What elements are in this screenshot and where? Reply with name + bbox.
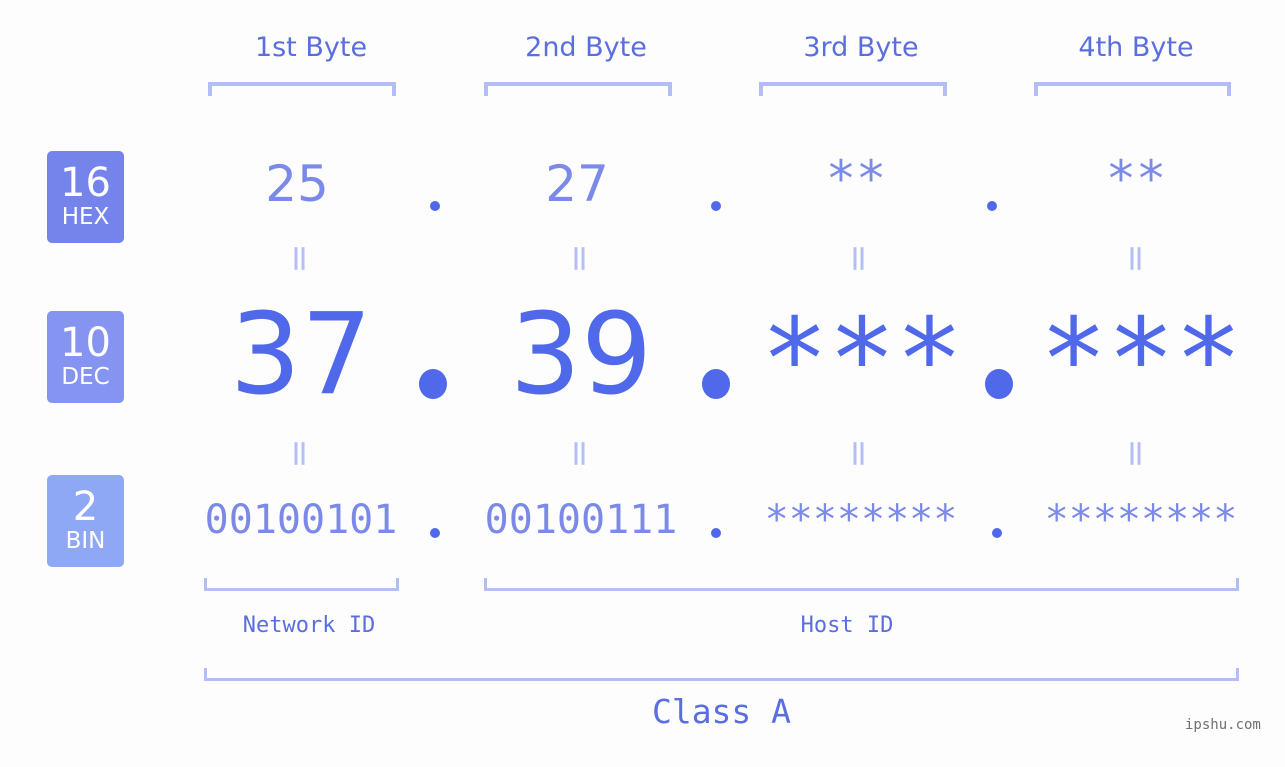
dec-label: DEC bbox=[61, 364, 110, 390]
class-label: Class A bbox=[651, 692, 792, 731]
hex-value-3: ** bbox=[825, 150, 887, 208]
watermark: ipshu.com bbox=[1185, 717, 1261, 733]
hex-value-1: 25 bbox=[265, 155, 329, 213]
equals-icon: = bbox=[279, 243, 321, 274]
bin-badge: 2 BIN bbox=[47, 475, 124, 567]
byte-header-2: 2nd Byte bbox=[525, 32, 647, 63]
bin-dot-3 bbox=[992, 528, 1002, 538]
host-id-bracket bbox=[484, 578, 1239, 591]
dec-dot-3 bbox=[985, 369, 1013, 399]
equals-icon: = bbox=[838, 243, 880, 274]
hex-dot-3 bbox=[987, 201, 997, 211]
byte-bracket-1 bbox=[208, 82, 396, 96]
bin-dot-2 bbox=[711, 528, 721, 538]
hex-base: 16 bbox=[60, 160, 111, 206]
hex-label: HEX bbox=[61, 204, 110, 230]
dec-value-3: *** bbox=[760, 295, 964, 425]
dec-dot-1 bbox=[419, 369, 447, 399]
dec-value-4: *** bbox=[1039, 295, 1243, 425]
equals-icon: = bbox=[279, 438, 321, 469]
host-id-label: Host ID bbox=[800, 613, 894, 638]
dec-base: 10 bbox=[60, 320, 111, 366]
equals-icon: = bbox=[1115, 438, 1157, 469]
network-id-bracket bbox=[204, 578, 399, 591]
byte-bracket-4 bbox=[1034, 82, 1231, 96]
bin-value-1: 00100101 bbox=[204, 497, 398, 543]
class-bracket bbox=[204, 668, 1239, 681]
dec-value-1: 37 bbox=[229, 290, 373, 420]
byte-header-1: 1st Byte bbox=[254, 32, 368, 63]
hex-badge: 16 HEX bbox=[47, 151, 124, 243]
equals-icon: = bbox=[559, 243, 601, 274]
bin-value-4: ******** bbox=[1044, 497, 1238, 543]
network-id-label: Network ID bbox=[242, 613, 376, 638]
equals-icon: = bbox=[838, 438, 880, 469]
hex-dot-1 bbox=[430, 201, 440, 211]
byte-bracket-2 bbox=[484, 82, 672, 96]
dec-dot-2 bbox=[702, 369, 730, 399]
byte-header-3: 3rd Byte bbox=[803, 32, 919, 63]
byte-header-4: 4th Byte bbox=[1078, 32, 1194, 63]
dec-badge: 10 DEC bbox=[47, 311, 124, 403]
hex-value-2: 27 bbox=[545, 155, 609, 213]
bin-value-2: 00100111 bbox=[484, 497, 678, 543]
bin-dot-1 bbox=[430, 528, 440, 538]
bin-base: 2 bbox=[72, 484, 99, 530]
equals-icon: = bbox=[1115, 243, 1157, 274]
bin-value-3: ******** bbox=[764, 497, 958, 543]
hex-value-4: ** bbox=[1105, 150, 1167, 208]
equals-icon: = bbox=[559, 438, 601, 469]
hex-dot-2 bbox=[711, 201, 721, 211]
dec-value-2: 39 bbox=[509, 290, 653, 420]
bin-label: BIN bbox=[65, 528, 106, 554]
byte-bracket-3 bbox=[759, 82, 947, 96]
